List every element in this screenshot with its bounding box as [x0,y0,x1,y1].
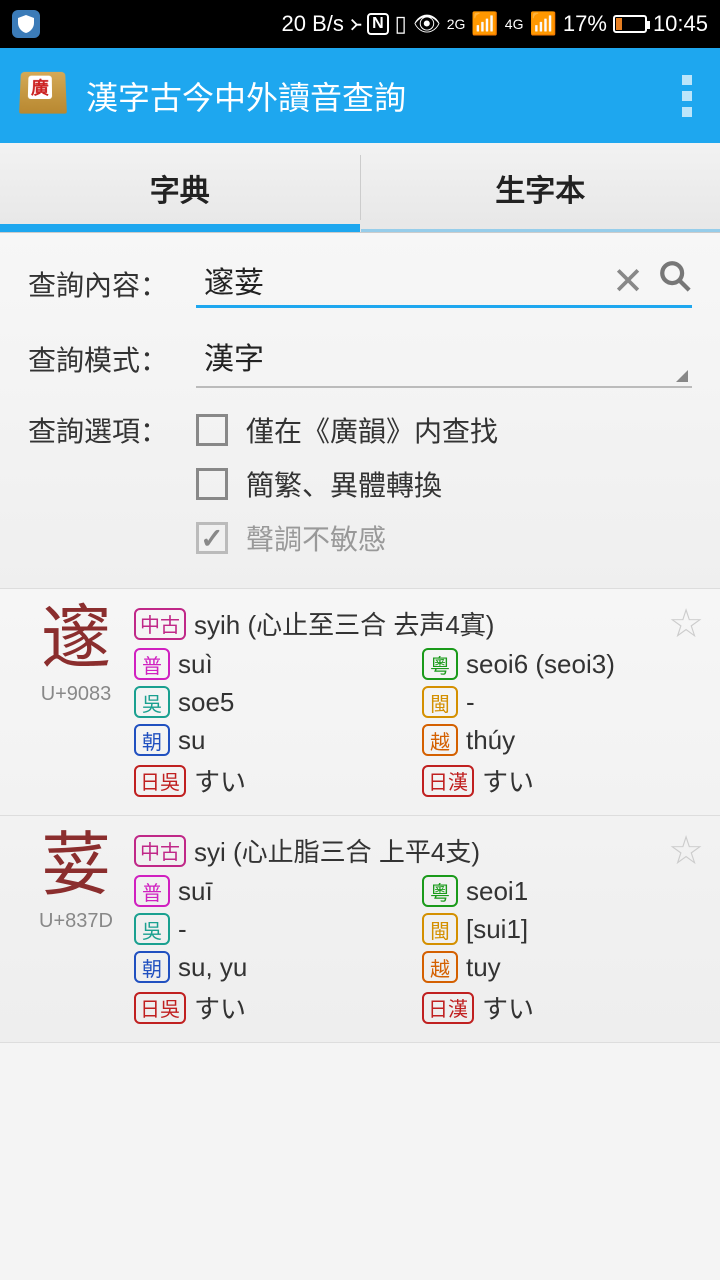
clear-icon[interactable]: ✕ [612,259,644,304]
tag-jkan: 日漢 [422,765,474,797]
status-bar: 20 B/s ᚛ N ▯ 👁 2G 📶 4G 📶 17% 10:45 [0,0,720,48]
entry-char: 荽 [18,832,134,902]
opt-guangyun-label: 僅在《廣韻》内查找 [246,410,498,450]
opt-variant-label: 簡繁、異體轉換 [246,464,442,504]
checkbox-variant[interactable] [196,468,228,500]
app-bar: 漢字古今中外讀音查詢 [0,48,720,143]
result-entry[interactable]: ☆ 荽 U+837D 中古syi (心止脂三合 上平4支) 普suī 粵seoi… [0,816,720,1043]
tag-pu: 普 [134,875,170,907]
star-icon[interactable]: ☆ [668,828,704,874]
tab-vocabulary[interactable]: 生字本 [361,143,720,232]
tab-dictionary[interactable]: 字典 [0,143,360,232]
tag-min: 閩 [422,913,458,945]
tag-pu: 普 [134,648,170,680]
signal-4g: 4G [505,16,524,32]
tag-vie: 越 [422,724,458,756]
battery-pct: 17% [563,11,607,37]
battery-icon [613,15,647,33]
result-entry[interactable]: ☆ 邃 U+9083 中古syih (心止至三合 去声4寘) 普suì 粵seo… [0,589,720,816]
star-icon[interactable]: ☆ [668,601,704,647]
opt-tone-label: 聲調不敏感 [246,518,386,558]
tag-min: 閩 [422,686,458,718]
tab-bar: 字典 生字本 [0,143,720,233]
label-query: 查詢內容： [28,264,196,304]
eye-icon: 👁 [413,11,441,37]
checkbox-tone[interactable] [196,522,228,554]
shield-icon [12,10,40,38]
tag-jgo: 日吳 [134,765,186,797]
tag-yue: 粵 [422,875,458,907]
tag-wu: 吳 [134,686,170,718]
label-mode: 查詢模式： [28,339,196,379]
tag-wu: 吳 [134,913,170,945]
signal-2g: 2G [447,16,466,32]
entry-char: 邃 [18,605,134,675]
signal-bars-2: 📶 [529,11,556,37]
signal-bars-1: 📶 [471,11,498,37]
chevron-down-icon [676,370,688,382]
net-speed: 20 B/s [282,11,344,37]
tag-vie: 越 [422,951,458,983]
tag-kor: 朝 [134,951,170,983]
search-icon[interactable] [658,259,692,300]
tag-kor: 朝 [134,724,170,756]
tag-jkan: 日漢 [422,992,474,1024]
results-list: ☆ 邃 U+9083 中古syih (心止至三合 去声4寘) 普suì 粵seo… [0,589,720,1043]
entry-unicode: U+837D [18,910,134,933]
nfc-icon: N [367,13,389,35]
vibrate-icon: ▯ [395,11,407,37]
tag-jgo: 日吳 [134,992,186,1024]
checkbox-guangyun[interactable] [196,414,228,446]
overflow-menu-icon[interactable] [674,75,700,117]
tag-mc: 中古 [134,835,186,867]
search-area: 查詢內容： ✕ 查詢模式： 漢字 查詢選項： 僅在《廣韻》内查找 簡繁、異體轉換… [0,233,720,589]
app-title: 漢字古今中外讀音查詢 [86,73,674,119]
entry-unicode: U+9083 [18,683,134,706]
bluetooth-icon: ᚛ [350,11,361,37]
clock: 10:45 [653,11,708,37]
tag-yue: 粵 [422,648,458,680]
mode-dropdown[interactable]: 漢字 [196,330,692,388]
app-icon [20,71,70,121]
tag-mc: 中古 [134,608,186,640]
label-options: 查詢選項： [28,410,196,450]
